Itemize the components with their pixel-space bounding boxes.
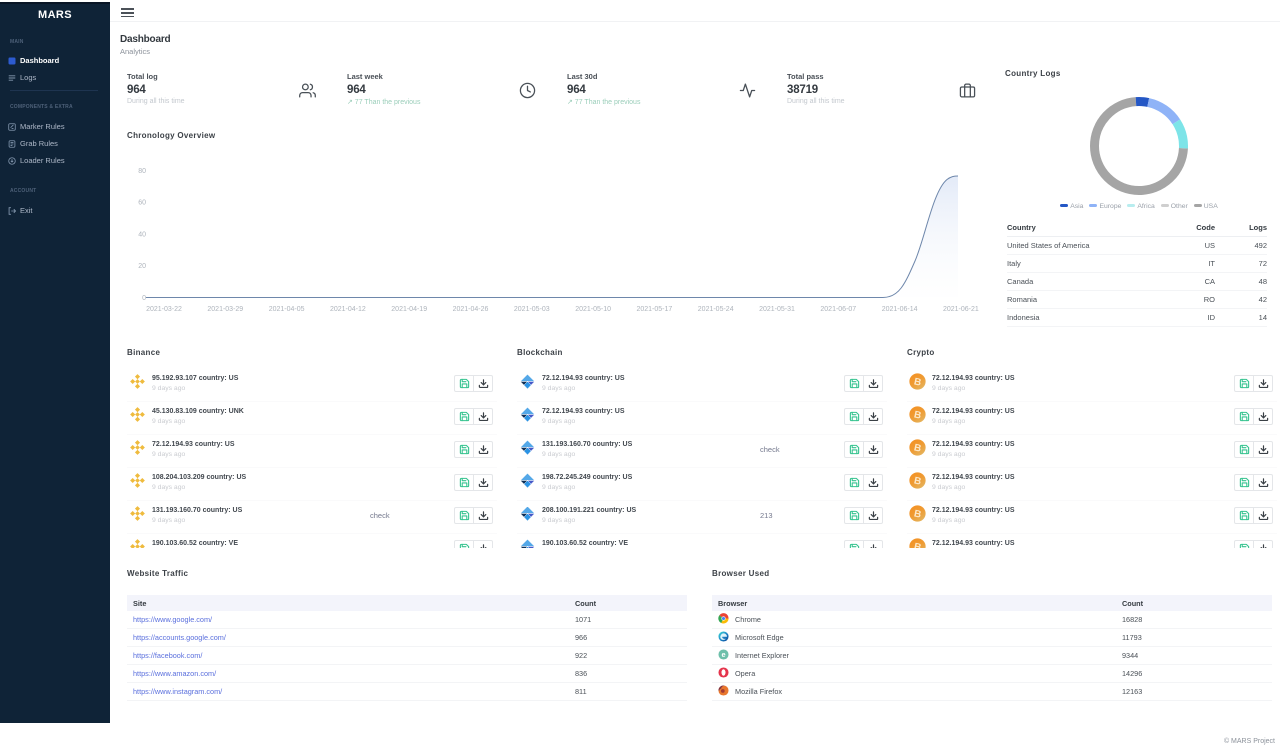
svg-text:2021-05-17: 2021-05-17: [636, 306, 672, 313]
svg-text:2021-06-07: 2021-06-07: [820, 306, 856, 313]
svg-text:0: 0: [142, 295, 146, 302]
svg-text:20: 20: [138, 263, 146, 270]
svg-text:80: 80: [138, 168, 146, 175]
svg-text:60: 60: [138, 200, 146, 207]
svg-text:2021-05-24: 2021-05-24: [698, 306, 734, 313]
svg-text:2021-06-14: 2021-06-14: [882, 306, 918, 313]
svg-text:2021-05-31: 2021-05-31: [759, 306, 795, 313]
svg-text:2021-04-05: 2021-04-05: [269, 306, 305, 313]
svg-text:2021-05-03: 2021-05-03: [514, 306, 550, 313]
svg-text:2021-03-29: 2021-03-29: [207, 306, 243, 313]
svg-text:40: 40: [138, 232, 146, 239]
svg-text:2021-04-26: 2021-04-26: [453, 306, 489, 313]
svg-text:2021-04-19: 2021-04-19: [391, 306, 427, 313]
svg-text:2021-06-21: 2021-06-21: [943, 306, 979, 313]
svg-text:2021-05-10: 2021-05-10: [575, 306, 611, 313]
svg-text:2021-04-12: 2021-04-12: [330, 306, 366, 313]
svg-text:e: e: [721, 649, 725, 658]
svg-text:2021-03-22: 2021-03-22: [146, 306, 182, 313]
